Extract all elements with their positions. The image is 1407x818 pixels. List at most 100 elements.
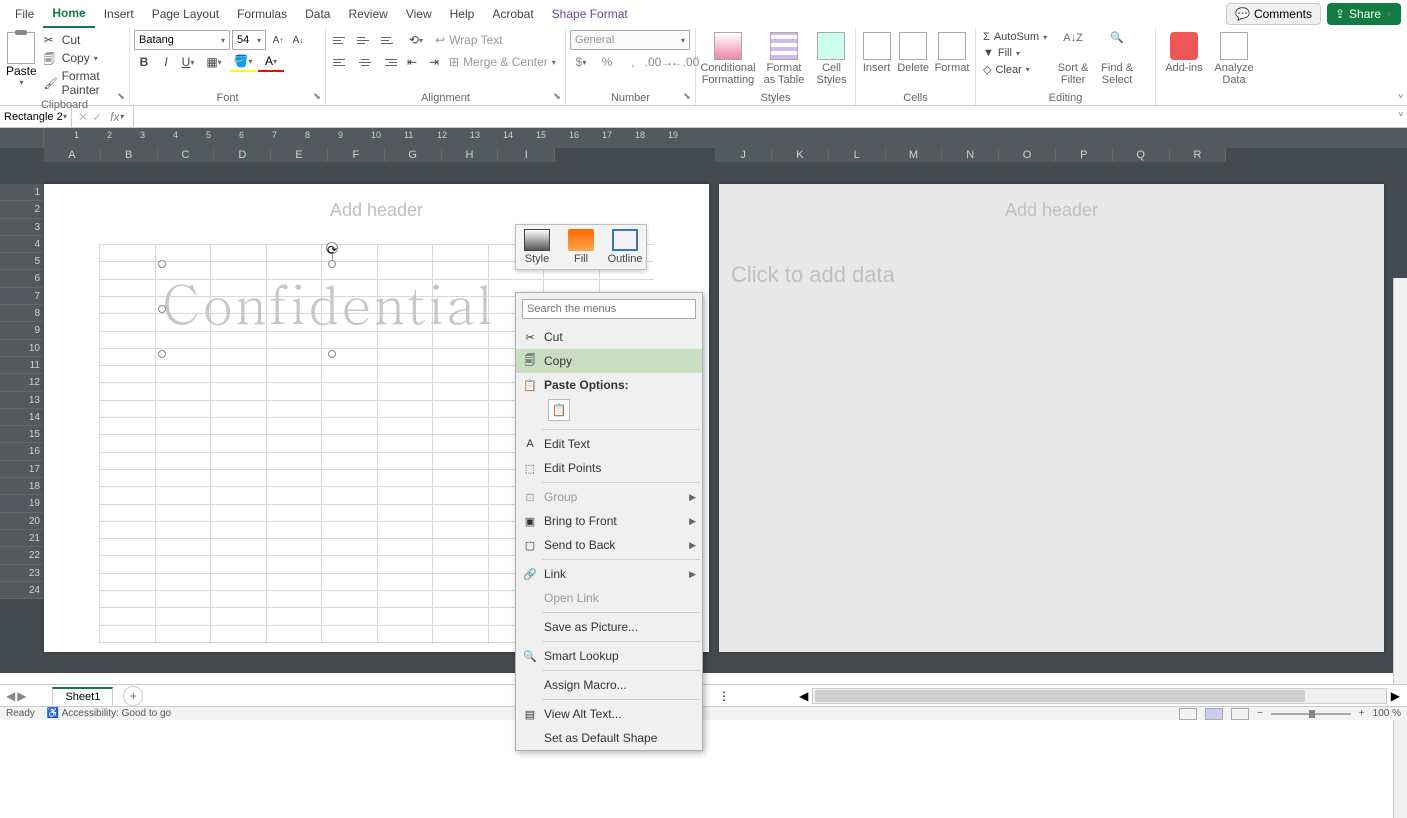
mini-outline-button[interactable]: Outline bbox=[608, 229, 642, 265]
alignment-dialog-launcher[interactable]: ⬊ bbox=[551, 91, 563, 103]
hscroll-thumb[interactable] bbox=[815, 690, 1305, 702]
row-header-22[interactable]: 22 bbox=[0, 547, 44, 564]
column-header-H[interactable]: H bbox=[442, 148, 499, 162]
page-layout-view-button[interactable] bbox=[1205, 708, 1223, 720]
tab-data[interactable]: Data bbox=[296, 0, 339, 28]
column-header-K[interactable]: K bbox=[772, 148, 829, 162]
accounting-format-button[interactable]: $▾ bbox=[570, 52, 592, 72]
font-size-combo[interactable]: 54▾ bbox=[232, 30, 266, 50]
zoom-level[interactable]: 100 % bbox=[1373, 708, 1401, 719]
cm-copy[interactable]: 🗐Copy bbox=[516, 349, 702, 373]
column-header-N[interactable]: N bbox=[942, 148, 999, 162]
font-name-combo[interactable]: Batang▾ bbox=[134, 30, 230, 50]
column-header-R[interactable]: R bbox=[1170, 148, 1227, 162]
header-placeholder-2[interactable]: Add header bbox=[719, 184, 1384, 229]
row-header-19[interactable]: 19 bbox=[0, 495, 44, 512]
column-header-L[interactable]: L bbox=[829, 148, 886, 162]
merge-center-button[interactable]: ⊞Merge & Center▾ bbox=[446, 52, 559, 72]
sheet-nav-prev[interactable]: ◀ bbox=[6, 689, 15, 703]
row-header-13[interactable]: 13 bbox=[0, 392, 44, 409]
font-color-button[interactable]: A▾ bbox=[258, 52, 284, 72]
decrease-indent-button[interactable]: ⇤ bbox=[402, 52, 422, 72]
fill-button[interactable]: ▼Fill▾ bbox=[980, 46, 1050, 60]
column-header-M[interactable]: M bbox=[886, 148, 943, 162]
column-header-Q[interactable]: Q bbox=[1113, 148, 1170, 162]
row-header-1[interactable]: 1 bbox=[0, 184, 44, 201]
row-header-5[interactable]: 5 bbox=[0, 253, 44, 270]
fill-color-button[interactable]: 🪣▾ bbox=[230, 52, 256, 72]
column-header-C[interactable]: C bbox=[158, 148, 215, 162]
comma-format-button[interactable]: , bbox=[622, 52, 644, 72]
row-header-7[interactable]: 7 bbox=[0, 288, 44, 305]
row-header-10[interactable]: 10 bbox=[0, 340, 44, 357]
collapse-ribbon-button[interactable]: ˅ bbox=[1398, 92, 1403, 101]
tab-formulas[interactable]: Formulas bbox=[228, 0, 296, 28]
row-header-11[interactable]: 11 bbox=[0, 357, 44, 374]
conditional-formatting-button[interactable]: Conditional Formatting bbox=[700, 30, 756, 88]
cell-styles-button[interactable]: Cell Styles bbox=[812, 30, 851, 88]
horizontal-scrollbar[interactable]: ◀▶ bbox=[812, 688, 1387, 704]
column-header-J[interactable]: J bbox=[715, 148, 772, 162]
tab-split-handle[interactable]: ⋮ bbox=[716, 689, 732, 703]
format-as-table-button[interactable]: Format as Table bbox=[758, 30, 810, 88]
row-header-4[interactable]: 4 bbox=[0, 236, 44, 253]
vertical-scrollbar[interactable] bbox=[1393, 278, 1407, 818]
analyze-data-button[interactable]: Analyze Data bbox=[1210, 30, 1258, 88]
resize-handle-n[interactable] bbox=[328, 260, 336, 268]
number-format-combo[interactable]: General▾ bbox=[570, 30, 690, 50]
scroll-right-button[interactable]: ▶ bbox=[1391, 689, 1400, 703]
row-header-17[interactable]: 17 bbox=[0, 461, 44, 478]
orientation-button[interactable]: ⟲▾ bbox=[402, 30, 430, 50]
cm-send-to-back[interactable]: ▢Send to Back▶ bbox=[516, 533, 702, 557]
tab-help[interactable]: Help bbox=[441, 0, 484, 28]
underline-button[interactable]: U▾ bbox=[178, 52, 198, 72]
bold-button[interactable]: B bbox=[134, 52, 154, 72]
align-top-button[interactable] bbox=[330, 30, 352, 50]
autosum-button[interactable]: ΣAutoSum▾ bbox=[980, 30, 1050, 44]
percent-format-button[interactable]: % bbox=[596, 52, 618, 72]
mini-style-button[interactable]: Style bbox=[520, 229, 554, 265]
align-left-button[interactable] bbox=[330, 52, 352, 72]
header-placeholder[interactable]: Add header bbox=[44, 184, 709, 229]
resize-handle-s[interactable] bbox=[328, 350, 336, 358]
column-header-B[interactable]: B bbox=[101, 148, 158, 162]
resize-handle-sw[interactable] bbox=[158, 350, 166, 358]
normal-view-button[interactable] bbox=[1179, 708, 1197, 720]
align-right-button[interactable] bbox=[378, 52, 400, 72]
borders-button[interactable]: ▦▾ bbox=[200, 52, 228, 72]
row-header-21[interactable]: 21 bbox=[0, 530, 44, 547]
rotate-handle[interactable]: ⟳ bbox=[326, 242, 338, 254]
row-header-18[interactable]: 18 bbox=[0, 478, 44, 495]
cm-link[interactable]: 🔗Link▶ bbox=[516, 562, 702, 586]
insert-cells-button[interactable]: Insert bbox=[860, 30, 893, 76]
scroll-left-button[interactable]: ◀ bbox=[799, 689, 808, 703]
row-header-9[interactable]: 9 bbox=[0, 322, 44, 339]
row-header-14[interactable]: 14 bbox=[0, 409, 44, 426]
sheet-nav-next[interactable]: ▶ bbox=[17, 689, 26, 703]
tab-review[interactable]: Review bbox=[339, 0, 396, 28]
tab-view[interactable]: View bbox=[397, 0, 441, 28]
cut-button[interactable]: Cut bbox=[41, 32, 125, 48]
row-header-6[interactable]: 6 bbox=[0, 270, 44, 287]
confidential-shape[interactable]: ⟳ Confidential bbox=[162, 264, 502, 354]
number-dialog-launcher[interactable]: ⬊ bbox=[681, 91, 693, 103]
increase-decimal-button[interactable]: .00→ bbox=[648, 52, 670, 72]
align-middle-button[interactable] bbox=[354, 30, 376, 50]
zoom-slider[interactable] bbox=[1271, 713, 1351, 715]
column-header-P[interactable]: P bbox=[1056, 148, 1113, 162]
share-button[interactable]: ⇪ Share ▼ bbox=[1327, 3, 1401, 25]
row-header-23[interactable]: 23 bbox=[0, 565, 44, 582]
column-header-D[interactable]: D bbox=[214, 148, 271, 162]
tab-file[interactable]: File bbox=[6, 0, 43, 28]
addins-button[interactable]: Add-ins bbox=[1160, 30, 1208, 76]
paste-button[interactable]: Paste ▾ bbox=[4, 30, 39, 89]
cm-edit-text[interactable]: AEdit Text bbox=[516, 432, 702, 456]
align-center-button[interactable] bbox=[354, 52, 376, 72]
cm-set-default-shape[interactable]: Set as Default Shape bbox=[516, 726, 702, 750]
formula-bar-input[interactable] bbox=[134, 106, 1394, 127]
cm-bring-to-front[interactable]: ▣Bring to Front▶ bbox=[516, 509, 702, 533]
row-header-2[interactable]: 2 bbox=[0, 201, 44, 218]
column-header-O[interactable]: O bbox=[999, 148, 1056, 162]
column-header-A[interactable]: A bbox=[44, 148, 101, 162]
font-dialog-launcher[interactable]: ⬊ bbox=[311, 91, 323, 103]
